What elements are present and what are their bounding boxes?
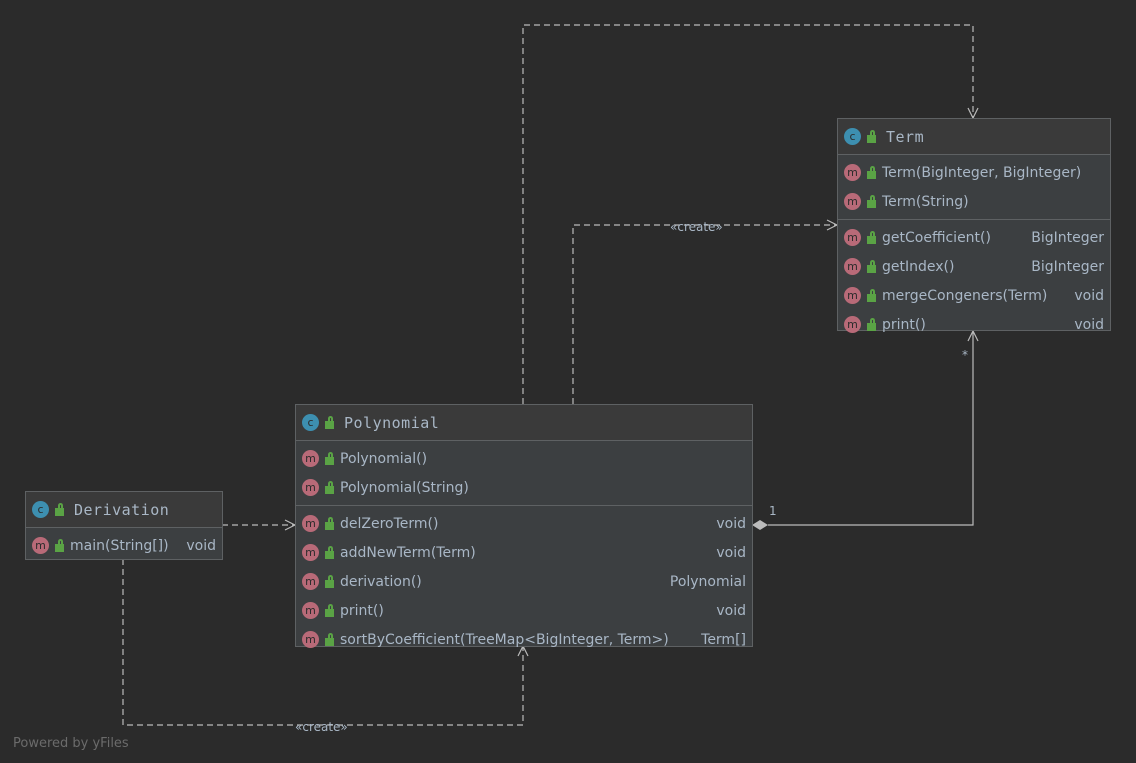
member-row[interactable]: m sortByCoefficient(TreeMap<BigInteger, T…: [296, 625, 752, 654]
multiplicity-one: 1: [769, 504, 777, 518]
public-lock-icon: [325, 480, 334, 494]
member-row[interactable]: m Polynomial(String): [296, 473, 752, 502]
class-icon: c: [32, 501, 49, 518]
methods-section: m delZeroTerm() void m addNewTerm(Term) void m…: [296, 506, 752, 657]
public-lock-icon: [325, 603, 334, 617]
method-icon: m: [844, 229, 861, 246]
member-row[interactable]: m Term(BigInteger, BigInteger): [838, 158, 1110, 187]
member-row[interactable]: m addNewTerm(Term) void: [296, 538, 752, 567]
class-derivation[interactable]: c Derivation m main(String[]) void: [25, 491, 223, 560]
member-row[interactable]: m getIndex() BigInteger: [838, 252, 1110, 281]
member-signature: mergeCongeners(Term): [882, 287, 1048, 304]
methods-section: m getCoefficient() BigInteger m getIndex() Bi…: [838, 220, 1110, 342]
class-polynomial[interactable]: c Polynomial m Polynomial() m Polynomial(Stri…: [295, 404, 753, 648]
methods-section: m main(String[]) void: [26, 528, 222, 563]
member-row[interactable]: m getCoefficient() BigInteger: [838, 223, 1110, 252]
member-signature: addNewTerm(Term): [340, 544, 476, 561]
public-lock-icon: [325, 574, 334, 588]
method-icon: m: [844, 287, 861, 304]
class-header: c Polynomial: [296, 405, 752, 441]
method-icon: m: [302, 573, 319, 590]
create-label: «create»: [295, 720, 348, 734]
public-lock-icon: [867, 288, 876, 302]
member-signature: Term(String): [882, 193, 969, 210]
public-lock-icon: [867, 230, 876, 244]
class-name: Derivation: [74, 500, 170, 519]
public-lock-icon: [55, 538, 64, 552]
member-return-type: Polynomial: [669, 573, 746, 590]
public-lock-icon: [867, 194, 876, 208]
public-lock-icon: [867, 165, 876, 179]
member-row[interactable]: m delZeroTerm() void: [296, 509, 752, 538]
public-lock-icon: [867, 317, 876, 331]
method-icon: m: [302, 544, 319, 561]
multiplicity-many: *: [962, 348, 968, 362]
class-icon: c: [844, 128, 861, 145]
member-signature: getIndex(): [882, 258, 955, 275]
member-return-type: Term[]: [701, 631, 746, 648]
method-icon: m: [844, 316, 861, 333]
method-icon: m: [844, 164, 861, 181]
public-lock-icon: [867, 259, 876, 273]
create-label: «create»: [670, 220, 723, 234]
member-return-type: void: [716, 515, 746, 532]
method-icon: m: [844, 193, 861, 210]
member-return-type: BigInteger: [1031, 229, 1104, 246]
powered-by: Powered by yFiles: [13, 736, 129, 751]
member-return-type: void: [1074, 316, 1104, 333]
member-row[interactable]: m mergeCongeners(Term) void: [838, 281, 1110, 310]
member-signature: Polynomial(): [340, 450, 428, 467]
method-icon: m: [302, 602, 319, 619]
class-header: c Term: [838, 119, 1110, 155]
member-signature: Polynomial(String): [340, 479, 469, 496]
member-signature: sortByCoefficient(TreeMap<BigInteger, Te…: [340, 631, 669, 648]
member-signature: print(): [882, 316, 926, 333]
public-lock-icon: [325, 516, 334, 530]
class-name: Polynomial: [344, 413, 440, 432]
member-signature: print(): [340, 602, 384, 619]
public-lock-icon: [867, 129, 876, 143]
public-lock-icon: [325, 545, 334, 559]
constructors-section: m Polynomial() m Polynomial(String): [296, 441, 752, 506]
member-row[interactable]: m Polynomial(): [296, 444, 752, 473]
method-icon: m: [844, 258, 861, 275]
member-row[interactable]: m derivation() Polynomial: [296, 567, 752, 596]
class-icon: c: [302, 414, 319, 431]
member-return-type: void: [1074, 287, 1104, 304]
constructors-section: m Term(BigInteger, BigInteger) m Term(Strin…: [838, 155, 1110, 220]
class-name: Term: [886, 127, 925, 146]
member-signature: derivation(): [340, 573, 422, 590]
member-row[interactable]: m Term(String): [838, 187, 1110, 216]
public-lock-icon: [325, 451, 334, 465]
method-icon: m: [32, 537, 49, 554]
public-lock-icon: [325, 632, 334, 646]
member-signature: getCoefficient(): [882, 229, 991, 246]
create-polynomial-term: [572, 225, 837, 404]
method-icon: m: [302, 479, 319, 496]
class-header: c Derivation: [26, 492, 222, 528]
member-return-type: BigInteger: [1031, 258, 1104, 275]
composition-diamond: [752, 520, 768, 530]
member-signature: Term(BigInteger, BigInteger): [882, 164, 1082, 181]
member-row[interactable]: m print() void: [296, 596, 752, 625]
public-lock-icon: [325, 415, 334, 429]
member-signature: delZeroTerm(): [340, 515, 439, 532]
member-return-type: void: [716, 544, 746, 561]
member-row[interactable]: m main(String[]) void: [26, 531, 222, 560]
member-return-type: void: [716, 602, 746, 619]
method-icon: m: [302, 631, 319, 648]
member-signature: main(String[]): [70, 537, 169, 554]
public-lock-icon: [55, 502, 64, 516]
member-return-type: void: [186, 537, 216, 554]
method-icon: m: [302, 515, 319, 532]
member-row[interactable]: m print() void: [838, 310, 1110, 339]
method-icon: m: [302, 450, 319, 467]
class-term[interactable]: c Term m Term(BigInteger, BigInteger) m Term(…: [837, 118, 1111, 333]
composition-polynomial-term: [768, 331, 973, 526]
